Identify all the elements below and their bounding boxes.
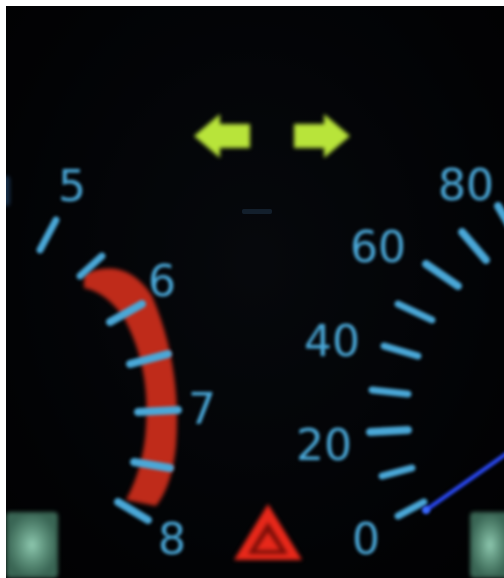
speedometer-label-20: 20 (296, 420, 352, 471)
speedometer-tick (380, 342, 422, 360)
speedometer-label-80: 80 (438, 160, 494, 211)
instrument-cluster: 5 6 7 8 0 20 40 60 80 (6, 114, 504, 578)
speedometer-tick (366, 426, 412, 436)
tachometer-tick (134, 406, 182, 416)
tachometer-label-8: 8 (158, 514, 186, 565)
arrow-left-icon (194, 114, 250, 158)
speedometer-label-0: 0 (352, 514, 380, 565)
speedometer-tick (368, 386, 412, 398)
speedometer-tick (378, 464, 416, 480)
tachometer-tick (36, 216, 60, 254)
tachometer-label-6: 6 (148, 256, 176, 307)
left-edge-glow (6, 176, 10, 206)
speedometer-tick (458, 228, 490, 264)
tachometer-label-5: 5 (58, 161, 86, 212)
left-turn-indicator (194, 114, 250, 158)
speedometer-tick (394, 498, 428, 520)
tachometer-tick (114, 498, 152, 524)
speedometer-label-60: 60 (350, 222, 406, 273)
tachometer: 5 6 7 8 (36, 161, 216, 565)
hazard-warning-light (234, 504, 302, 560)
dim-indicator-lamp (242, 209, 272, 214)
speedometer-tick (394, 300, 436, 324)
bottom-right-warning-lamp (470, 512, 504, 578)
needle-pivot (422, 506, 430, 514)
speedometer-tick (494, 202, 504, 225)
speedometer: 0 20 40 60 80 (296, 160, 504, 565)
tachometer-label-7: 7 (188, 384, 216, 435)
dashboard-photo: 5 6 7 8 0 20 40 60 80 (6, 6, 504, 578)
arrow-right-icon (294, 114, 350, 158)
speedometer-tick (422, 260, 462, 290)
speedometer-needle (424, 452, 504, 512)
speedometer-label-40: 40 (304, 316, 360, 367)
right-turn-indicator (294, 114, 350, 158)
bottom-left-warning-lamp (6, 512, 58, 578)
